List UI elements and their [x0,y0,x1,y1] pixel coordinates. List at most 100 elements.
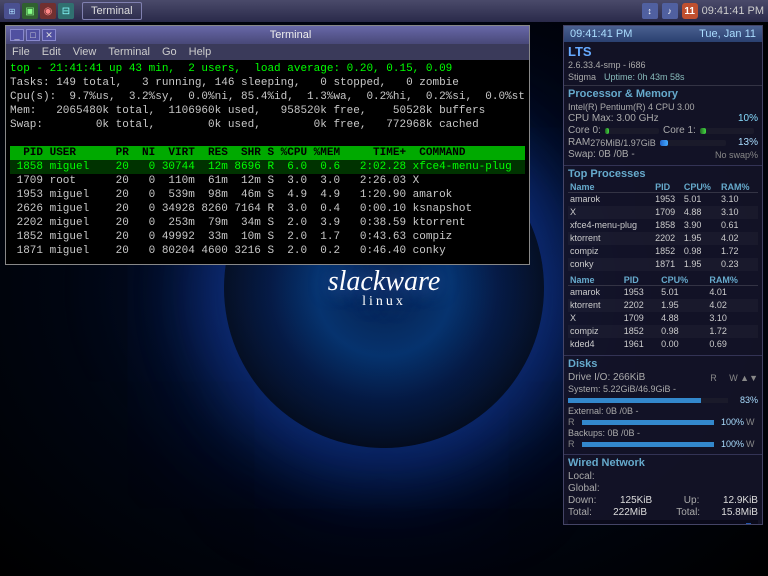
top-process-cell-1: 1953 [653,193,682,207]
top-process-cell-3: 4.02 [719,232,758,245]
top-process-cell-3: 0.23 [719,258,758,271]
top-process-cell-1: 1852 [653,245,682,258]
terminal-menu-view[interactable]: View [71,46,99,58]
sysmon-ram-bar [660,140,726,146]
sysmon-swap-text: No swap% [715,150,758,160]
sysmon-net-total-down-val: 222MiB [613,507,647,518]
top-process-row-2: ktorrent22021.954.02 [568,299,758,312]
top-process-cell2-3: 0.69 [707,338,758,351]
sysmon-system-bar [568,398,728,403]
terminal-menu-terminal[interactable]: Terminal [106,46,152,58]
top-row-1709: 1709 root 20 0 110m 61m 12m S 3.0 3.0 2:… [10,174,525,188]
top-process-row: amarok19535.013.10 [568,193,758,207]
sysmon-backups-bar [582,442,714,447]
sysmon-header: 09:41:41 PM Tue, Jan 11 [564,26,762,42]
top-process-cell2-0: amarok [568,286,622,300]
top-process-cell-0: compiz [568,245,653,258]
top-process-row-2: X17094.883.10 [568,312,758,325]
sysmon-top-title: Top Processes [568,168,758,180]
icon-monitor[interactable]: ▣ [22,3,38,19]
top-process-cell2-2: 1.95 [659,299,707,312]
top-process-cell2-1: 1961 [622,338,659,351]
start-menu-icon[interactable]: ⊞ [4,3,20,19]
top-process-cell-3: 1.72 [719,245,758,258]
top-process-cell2-0: X [568,312,622,325]
top-process-cell-3: 3.10 [719,206,758,219]
sysmon-system-bar-row: 83% [568,395,758,405]
sysmon-network-section: Wired Network Local: Global: Down: 125Ki… [564,455,762,525]
sysmon-external-pct: 100% [716,417,744,427]
sysmon-ext-r: R [568,417,580,427]
top2-col-cpu: CPU% [659,275,707,286]
terminal-title: Terminal [56,29,525,41]
terminal-menu-go[interactable]: Go [160,46,179,58]
top-process-cell-0: X [568,206,653,219]
sysmon-net-local-row: Local: [568,471,758,482]
network-icon[interactable]: ↕ [642,3,658,19]
sysmon-backups-bar-row: R 100% W [568,439,758,449]
sysmon-core0-row: Core 0: Core 1: [568,125,758,136]
slackware-logo: slackware linux [328,266,441,310]
sysmon-net-down-val: 125KiB [620,495,652,506]
top-blank [10,132,525,146]
icon-browser[interactable]: ◉ [40,3,56,19]
top-process-cell2-1: 1953 [622,286,659,300]
top-process-cell-2: 5.01 [682,193,719,207]
top-process-cell2-3: 3.10 [707,312,758,325]
top-col-cpu: CPU% [682,182,719,193]
sysmon-procmem-section: Processor & Memory Intel(R) Pentium(R) 4… [564,86,762,166]
top2-col-ram: RAM% [707,275,758,286]
terminal-minimize-btn[interactable]: _ [10,29,24,41]
sysmon-network-title: Wired Network [568,457,758,469]
sysmon-net-down-label: Down: [568,495,596,506]
sysmon-net-global-label: Global: [568,483,600,494]
terminal-menu-help[interactable]: Help [187,46,214,58]
sysmon-disks-title: Disks [568,358,758,370]
volume-icon[interactable]: ♪ [662,3,678,19]
top-process-cell2-3: 1.72 [707,325,758,338]
sysmon-stigma-row: Stigma Uptime: 0h 43m 58s [568,71,758,83]
top-process-cell2-2: 0.98 [659,325,707,338]
terminal-menubar: File Edit View Terminal Go Help [6,44,529,60]
sysmon-external-label: External: 0B /0B - [568,406,758,416]
sysmon-ram-used: 276MiB/1.97GiB [590,138,656,148]
terminal-close-btn[interactable]: ✕ [42,29,56,41]
sysmon-system-label: System: 5.22GiB/46.9GiB - [568,384,758,394]
top-process-row: X17094.883.10 [568,206,758,219]
terminal-maximize-btn[interactable]: □ [26,29,40,41]
top-row-1871: 1871 miguel 20 0 80204 4600 3216 S 2.0 0… [10,244,525,258]
top-process-cell-1: 1871 [653,258,682,271]
taskbar-terminal-window[interactable]: Terminal [82,2,142,20]
terminal-menu-edit[interactable]: Edit [40,46,63,58]
terminal-menu-file[interactable]: File [10,46,32,58]
sysmon-net-down-row: Down: 125KiB Up: 12.9KiB [568,495,758,506]
top-process-row-2: amarok19535.014.01 [568,286,758,300]
sysmon-time: 09:41:41 PM [570,28,632,40]
top-process-row-2: compiz18520.981.72 [568,325,758,338]
top-process-cell2-2: 5.01 [659,286,707,300]
sysmon-external-bar [582,420,714,425]
sysmon-ram-row: RAM 276MiB/1.97GiB 13% [568,137,758,148]
top-process-cell2-1: 1852 [622,325,659,338]
sysmon-disks-section: Disks Drive I/O: 266KiB R W ▲▼ System: 5… [564,356,762,455]
sysmon-top-table-2: Name PID CPU% RAM% amarok19535.014.01kto… [568,275,758,351]
top-row-1858: 1858 miguel 20 0 30744 12m 8696 R 6.0 0.… [10,160,525,174]
sysmon-date: Tue, Jan 11 [699,28,756,40]
terminal-content[interactable]: top - 21:41:41 up 43 min, 2 users, load … [6,60,529,264]
top-process-row-2: kded419610.000.69 [568,338,758,351]
sysmon-uptime: Uptime: 0h 43m 58s [604,72,685,82]
top-process-cell2-0: kded4 [568,338,622,351]
top-process-cell-0: xfce4-menu-plug [568,219,653,232]
top-process-cell-2: 0.98 [682,245,719,258]
top-process-cell-2: 3.90 [682,219,719,232]
terminal-window: _ □ ✕ Terminal File Edit View Terminal G… [5,25,530,265]
top-process-cell2-2: 4.88 [659,312,707,325]
top-line-1: top - 21:41:41 up 43 min, 2 users, load … [10,62,525,76]
icon-files[interactable]: ⊟ [58,3,74,19]
top-col-pid: PID [653,182,682,193]
system-monitor-panel: 09:41:41 PM Tue, Jan 11 LTS 2.6.33.4-smp… [563,25,763,525]
sysmon-system-pct: 83% [730,395,758,405]
top-process-row: ktorrent22021.954.02 [568,232,758,245]
workspace-badge[interactable]: 11 [682,3,698,19]
taskbar: ⊞ ▣ ◉ ⊟ Terminal ↕ ♪ 11 09:41:41 PM [0,0,768,22]
